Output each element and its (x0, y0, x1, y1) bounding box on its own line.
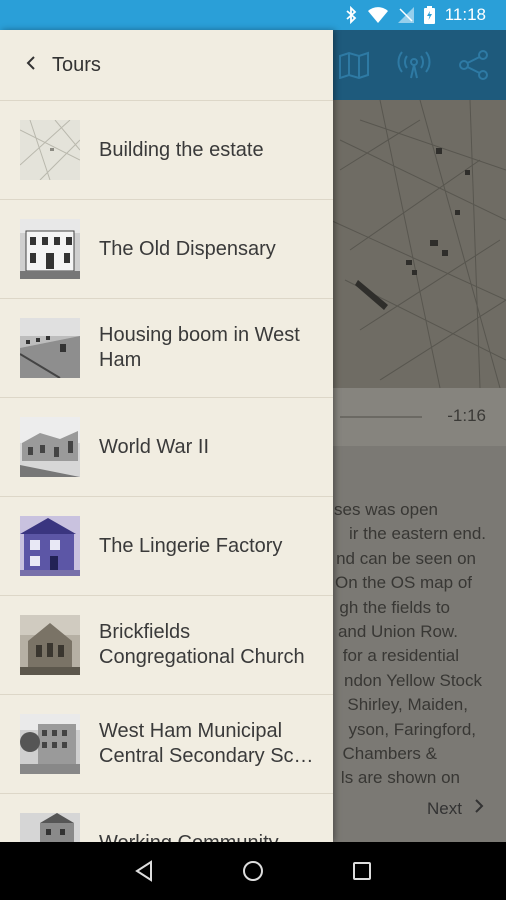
wifi-icon (367, 7, 388, 23)
share-icon[interactable] (454, 45, 494, 85)
audio-time-remaining: -1:16 (447, 406, 486, 425)
map-thumbnail (19, 119, 81, 181)
chevron-left-icon[interactable] (26, 55, 36, 76)
recents-icon[interactable] (342, 851, 382, 891)
status-bar: 11:18 (0, 0, 506, 30)
back-icon[interactable] (124, 851, 164, 891)
broadcast-icon[interactable] (394, 45, 434, 85)
tour-title: The Lingerie Factory (99, 535, 283, 557)
tour-title: Housing boom in West Ham (99, 324, 300, 371)
community-photo (20, 813, 80, 842)
map-icon[interactable] (334, 45, 374, 85)
school-photo (20, 714, 80, 774)
housing-photo (19, 318, 80, 379)
navigation-drawer: Tours Building the estate The Old Dispen… (0, 30, 333, 842)
system-navigation-bar (0, 842, 506, 900)
tour-title-text: West Ham Municipal Central Secondary Sc… (99, 720, 314, 767)
cell-signal-icon (397, 7, 414, 23)
tour-title: World War II (99, 436, 210, 458)
tour-item[interactable]: Brickfields Congregational Church (0, 596, 333, 695)
tour-item[interactable]: The Lingerie Factory (0, 497, 333, 596)
battery-icon (423, 6, 435, 24)
tour-title: Building the estate (99, 139, 264, 161)
clock-time: 11:18 (444, 5, 486, 24)
tour-item[interactable]: World War II (0, 398, 333, 497)
home-icon[interactable] (233, 851, 273, 891)
tour-item[interactable]: Housing boom in West Ham (0, 299, 333, 398)
chevron-right-icon (474, 798, 484, 819)
dispensary-photo (20, 219, 80, 279)
tour-title: The Old Dispensary (99, 238, 276, 260)
ww2-photo (20, 417, 80, 477)
next-label: Next (427, 798, 462, 818)
tour-item[interactable]: The Old Dispensary (0, 200, 333, 299)
church-photo (20, 615, 80, 675)
lingerie-factory-photo (20, 516, 80, 576)
tour-title: West Ham Municipal Central Secondary Sc… (99, 719, 317, 769)
tour-title: Working Community (99, 831, 317, 842)
tour-item[interactable]: West Ham Municipal Central Secondary Sc… (0, 695, 333, 794)
tour-item[interactable]: Working Community (0, 794, 333, 842)
tour-list: Building the estate The Old Dispensary H… (0, 100, 333, 842)
drawer-header[interactable]: Tours (0, 30, 333, 100)
bluetooth-icon (344, 6, 358, 24)
tour-item[interactable]: Building the estate (0, 101, 333, 200)
drawer-title: Tours (52, 53, 101, 76)
audio-progress-track[interactable] (340, 416, 422, 418)
next-button[interactable]: Next (427, 798, 484, 819)
tour-title: Brickfields Congregational Church (99, 621, 305, 668)
